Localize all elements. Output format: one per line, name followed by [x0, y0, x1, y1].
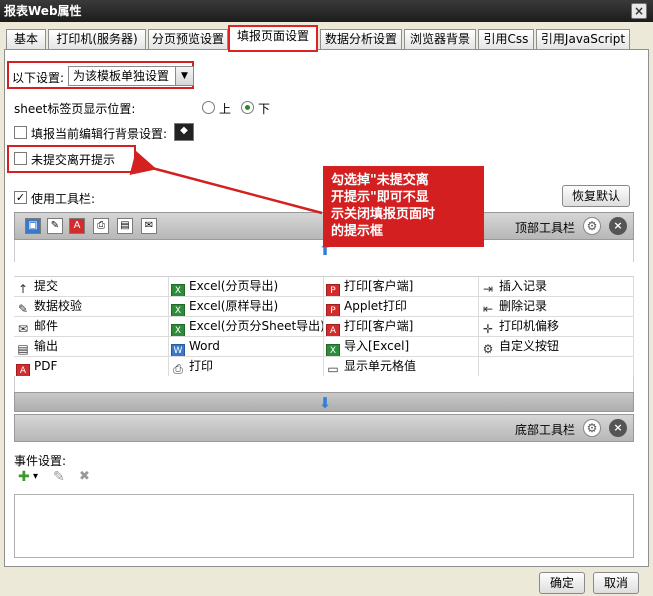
- annotation-callout: 勾选掉"未提交离 开提示"即可不显 示关闭填报页面时 的提示框: [323, 166, 484, 247]
- annotation-arrow: [129, 150, 323, 215]
- callout-line-4: 的提示框: [331, 224, 384, 239]
- callout-line-1: 勾选掉"未提交离: [331, 173, 429, 188]
- callout-line-2: 开提示"即可不显: [331, 190, 429, 205]
- callout-line-3: 示关闭填报页面时: [331, 207, 436, 222]
- tab-fill-page-settings[interactable]: 填报页面设置: [228, 25, 318, 52]
